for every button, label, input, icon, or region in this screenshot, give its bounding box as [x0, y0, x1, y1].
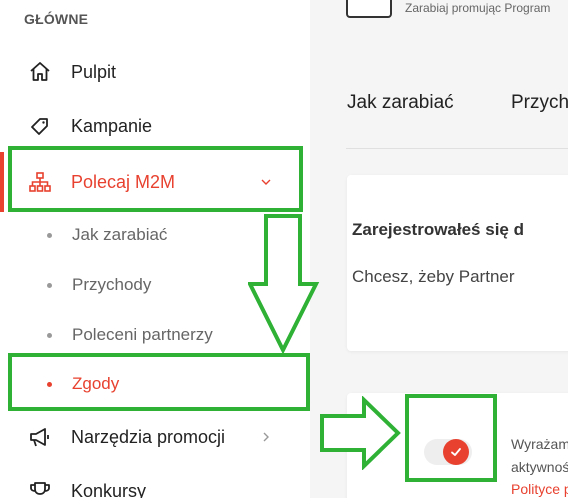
- arrow-right-icon: [320, 396, 401, 470]
- sidebar-item-label: Konkursy: [71, 480, 147, 498]
- tab-jak-zarabiac[interactable]: Jak zarabiać: [347, 92, 454, 114]
- bullet-icon: [47, 332, 52, 338]
- consent-text-line2: aktywnoś: [511, 459, 568, 475]
- highlight-toggle: [405, 394, 497, 482]
- megaphone-icon: [28, 425, 52, 449]
- subitem-label: Przychody: [72, 275, 152, 294]
- header-subtitle: Zarabiaj promując Program: [405, 1, 551, 15]
- subitem-label: Jak zarabiać: [72, 225, 168, 244]
- chevron-right-icon[interactable]: [259, 430, 273, 444]
- arrow-down-icon: [248, 214, 320, 354]
- sidebar-item-pulpit[interactable]: Pulpit: [0, 52, 310, 92]
- consent-text-line1: Wyrażam: [511, 436, 568, 452]
- sidebar-section-title: GŁÓWNE: [24, 11, 89, 27]
- consent-text-line3: Polityce p: [511, 481, 568, 497]
- program-logo: [346, 0, 392, 18]
- info-card: [347, 175, 568, 351]
- info-card-title: Zarejestrowałeś się d: [352, 220, 524, 239]
- sidebar-item-narzedzia-promocji[interactable]: Narzędzia promocji: [0, 417, 310, 457]
- bullet-icon: [47, 232, 52, 238]
- sidebar-item-label: Pulpit: [71, 61, 117, 82]
- sidebar-item-kampanie[interactable]: Kampanie: [0, 106, 310, 146]
- highlight-zgody: [8, 353, 310, 411]
- tab-przychody[interactable]: Przych: [511, 92, 568, 114]
- sidebar-item-label: Narzędzia promocji: [71, 426, 226, 447]
- trophy-icon: [28, 479, 52, 498]
- home-icon: [28, 60, 52, 84]
- tag-icon: [28, 114, 52, 138]
- info-card-text: Chcesz, żeby Partner: [352, 267, 515, 286]
- subitem-label: Poleceni partnerzy: [72, 325, 213, 344]
- highlight-polecaj-m2m: [8, 146, 303, 212]
- tabs-divider: [346, 148, 568, 149]
- bullet-icon: [47, 282, 52, 288]
- sidebar-item-konkursy[interactable]: Konkursy: [0, 471, 310, 498]
- consent-policy-link[interactable]: Polityce p: [511, 481, 568, 497]
- sidebar-item-label: Kampanie: [71, 115, 153, 136]
